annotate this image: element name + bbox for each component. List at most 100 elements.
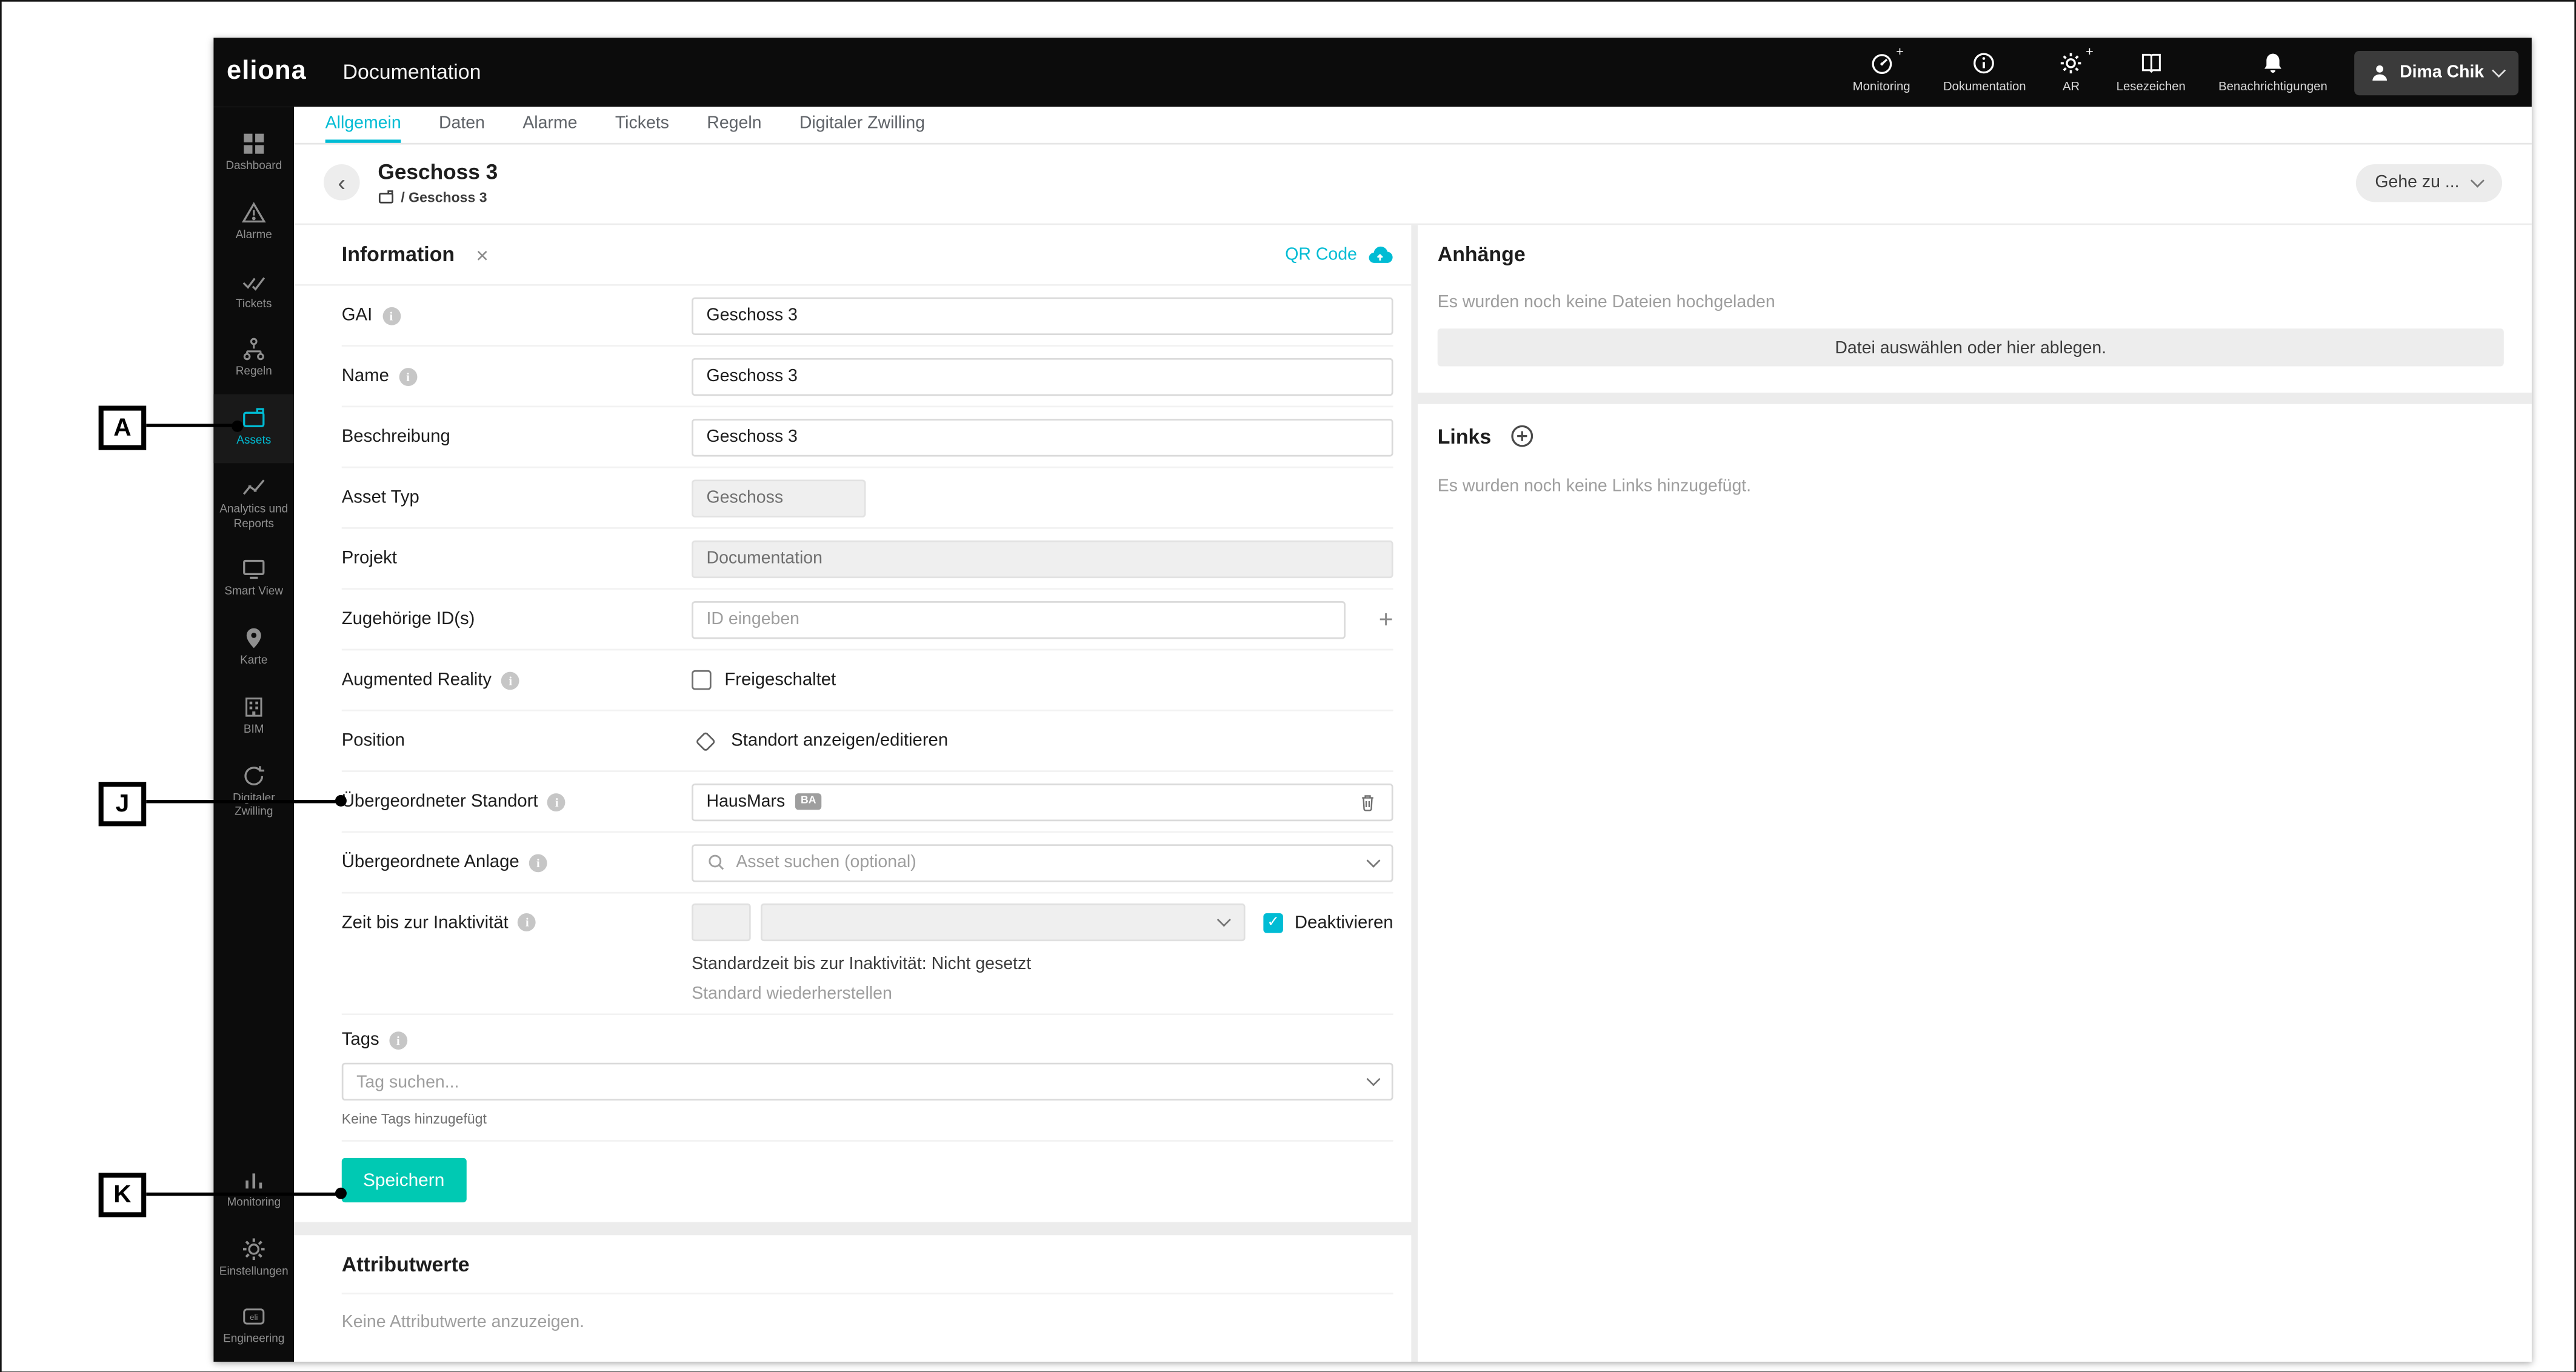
deaktivieren-label: Deaktivieren xyxy=(1295,913,1393,933)
page-title: Geschoss 3 xyxy=(378,159,498,184)
info-icon[interactable]: i xyxy=(529,853,547,871)
info-icon[interactable]: i xyxy=(399,367,417,385)
info-icon[interactable]: i xyxy=(518,913,536,931)
gai-label: GAI i xyxy=(342,305,692,325)
tags-empty-text: Keine Tags hinzugefügt xyxy=(342,1110,1393,1127)
beschreibung-input[interactable] xyxy=(692,418,1393,456)
projekt-input xyxy=(692,539,1393,577)
links-title: Links xyxy=(1438,425,1492,448)
tab-alarme[interactable]: Alarme xyxy=(522,107,577,143)
page-header: ‹ Geschoss 3 / Geschoss 3 Gehe zu ... xyxy=(294,145,2532,225)
sidebar-item-dashboard[interactable]: Dashboard xyxy=(213,120,294,188)
sidebar-item-regeln[interactable]: Regeln xyxy=(213,325,294,394)
cloud-upload-icon xyxy=(1367,245,1393,265)
parent-asset-placeholder: Asset suchen (optional) xyxy=(736,853,916,873)
info-icon[interactable]: i xyxy=(389,1031,407,1049)
show-location-action[interactable]: Standort anzeigen/editieren xyxy=(731,731,948,751)
form-row-beschreibung: Beschreibung xyxy=(342,407,1393,468)
form-row-inactivity: Zeit bis zur Inaktivität i ✓ Deaktiviere… xyxy=(342,894,1393,1016)
tags-label: Tags i xyxy=(342,1030,1393,1050)
annotation-dot-k xyxy=(335,1188,347,1199)
sidebar-item-karte[interactable]: Karte xyxy=(213,614,294,683)
annotation-label-k: K xyxy=(99,1173,147,1217)
sync-refresh-icon xyxy=(241,763,266,788)
asset-mini-icon xyxy=(378,189,394,205)
goto-button[interactable]: Gehe zu ... xyxy=(2355,164,2502,201)
tags-search-select[interactable]: Tag suchen... xyxy=(342,1063,1393,1101)
parent-asset-search-field[interactable]: Asset suchen (optional) xyxy=(692,844,1393,881)
add-link-button[interactable] xyxy=(1509,424,1534,448)
deaktivieren-checkbox[interactable]: ✓ xyxy=(1263,913,1283,933)
sidebar-item-monitoring[interactable]: Monitoring xyxy=(213,1156,294,1225)
parent-location-label: Übergeordneter Standort i xyxy=(342,791,692,811)
add-id-icon[interactable]: + xyxy=(1379,607,1393,632)
qr-code-link[interactable]: QR Code xyxy=(1285,245,1393,265)
file-dropzone[interactable]: Datei auswählen oder hier ablegen. xyxy=(1438,328,2504,366)
plus-badge-icon: + xyxy=(2086,46,2094,59)
back-button[interactable]: ‹ xyxy=(324,164,360,201)
eliona-logo[interactable]: eliona xyxy=(227,58,307,87)
header-nav-ar[interactable]: + AR xyxy=(2059,51,2084,93)
building-icon xyxy=(241,694,266,719)
header-nav-dokumentation[interactable]: Dokumentation xyxy=(1943,51,2026,93)
attachments-empty-text: Es wurden noch keine Dateien hochgeladen xyxy=(1438,292,2504,312)
tab-daten[interactable]: Daten xyxy=(439,107,485,143)
line-chart-icon xyxy=(241,475,266,499)
projekt-label: Projekt xyxy=(342,548,692,568)
sidebar-item-analytics[interactable]: Analytics und Reports xyxy=(213,463,294,546)
close-icon[interactable]: × xyxy=(476,244,489,265)
chevron-down-icon xyxy=(1217,913,1231,927)
restore-default-action[interactable]: Standard wiederherstellen xyxy=(692,984,1393,1004)
header-nav-benachrichtigungen[interactable]: Benachrichtigungen xyxy=(2218,51,2327,93)
bookmark-book-icon xyxy=(2138,51,2163,76)
form-row-augmented-reality: Augmented Reality i Freigeschaltet xyxy=(342,650,1393,711)
tab-tickets[interactable]: Tickets xyxy=(615,107,669,143)
chevron-down-icon xyxy=(1367,1072,1381,1086)
links-empty-text: Es wurden noch keine Links hinzugefügt. xyxy=(1438,476,2504,496)
form-row-name: Name i xyxy=(342,347,1393,407)
parent-location-field[interactable]: HausMars BA xyxy=(692,783,1393,821)
tab-bar: Allgemein Daten Alarme Tickets Regeln Di… xyxy=(294,107,2532,144)
gai-input[interactable] xyxy=(692,296,1393,334)
screenshot-canvas: A J K eliona Documentation + Monitoring xyxy=(0,0,2576,1372)
user-name: Dima Chik xyxy=(2400,62,2484,82)
sidebar-item-einstellungen[interactable]: Einstellungen xyxy=(213,1225,294,1293)
ids-input[interactable] xyxy=(692,601,1346,638)
tab-regeln[interactable]: Regeln xyxy=(707,107,761,143)
header-nav-lesezeichen[interactable]: Lesezeichen xyxy=(2117,51,2186,93)
save-row: Speichern xyxy=(342,1142,1393,1222)
sidebar-item-engineering[interactable]: eli Engineering xyxy=(213,1293,294,1362)
inactivity-unit-select xyxy=(761,904,1246,941)
sidebar-item-alarme[interactable]: Alarme xyxy=(213,188,294,257)
annotation-line-j xyxy=(145,800,342,804)
form-row-position: Position Standort anzeigen/editieren xyxy=(342,711,1393,772)
tab-allgemein[interactable]: Allgemein xyxy=(325,107,401,143)
info-icon[interactable]: i xyxy=(382,307,400,325)
sidebar-item-digitaler-zwilling[interactable]: Digitaler Zwilling xyxy=(213,751,294,834)
tab-digitaler-zwilling[interactable]: Digitaler Zwilling xyxy=(799,107,925,143)
sidebar-item-tickets[interactable]: Tickets xyxy=(213,257,294,325)
chevron-down-icon xyxy=(1367,853,1381,867)
dashboard-icon xyxy=(241,132,266,156)
user-menu[interactable]: Dima Chik xyxy=(2354,50,2518,95)
form-row-parent-asset: Übergeordnete Anlage i Asset suchen (opt… xyxy=(342,833,1393,893)
name-input[interactable] xyxy=(692,358,1393,395)
trash-icon[interactable] xyxy=(1357,791,1378,812)
breadcrumb-text: / Geschoss 3 xyxy=(401,189,487,205)
info-icon[interactable]: i xyxy=(501,671,519,689)
header-nav-monitoring[interactable]: + Monitoring xyxy=(1853,51,1910,93)
sidebar-item-assets[interactable]: Assets xyxy=(213,395,294,463)
info-icon[interactable]: i xyxy=(548,793,566,811)
sidebar-item-smart-view[interactable]: Smart View xyxy=(213,546,294,614)
top-header: eliona Documentation + Monitoring Dokume… xyxy=(213,38,2532,107)
sidebar-item-bim[interactable]: BIM xyxy=(213,683,294,751)
inactivity-value-input xyxy=(692,904,751,941)
breadcrumb: / Geschoss 3 xyxy=(378,189,498,205)
save-button[interactable]: Speichern xyxy=(342,1158,466,1202)
bell-icon xyxy=(2261,51,2286,76)
attachments-title: Anhänge xyxy=(1438,243,2504,266)
monitoring-gauge-icon: + xyxy=(1869,51,1894,76)
beschreibung-label: Beschreibung xyxy=(342,427,692,447)
attribute-values-section: Attributwerte Keine Attributwerte anzuze… xyxy=(294,1235,1411,1362)
freigeschaltet-checkbox[interactable] xyxy=(692,670,712,690)
